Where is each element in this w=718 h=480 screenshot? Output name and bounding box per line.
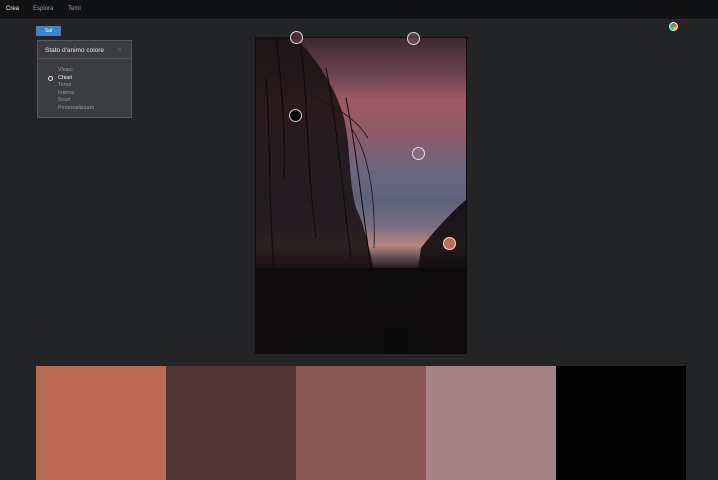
nav-item-crea[interactable]: Crea — [6, 6, 19, 12]
palette-swatch-3[interactable] — [296, 366, 426, 480]
mood-panel-header: Stato d'animo colore ☆ — [38, 41, 131, 59]
color-picker-handle-4[interactable] — [412, 147, 425, 160]
mood-option-vivaci[interactable]: Vivaci — [58, 67, 94, 75]
color-picker-handle-1[interactable] — [290, 31, 303, 44]
palette-swatch-4[interactable] — [426, 366, 556, 480]
mood-options-list: Vivaci Chiari Tenui Intensi Scuri Person… — [48, 67, 94, 113]
palette-swatch-2[interactable] — [166, 366, 296, 480]
nav-item-esplora[interactable]: Esplora — [33, 6, 53, 12]
source-photo — [255, 37, 467, 354]
collapse-icon[interactable]: ☆ — [118, 47, 122, 53]
mood-option-scuri[interactable]: Scuri — [58, 97, 94, 105]
color-picker-handle-3[interactable] — [289, 109, 302, 122]
color-picker-handle-5[interactable] — [443, 237, 456, 250]
palette-swatch-1[interactable] — [36, 366, 166, 480]
color-wheel-icon[interactable] — [669, 22, 678, 31]
color-mood-panel: Stato d'animo colore ☆ Vivaci Chiari Ten… — [37, 40, 132, 118]
mood-option-tenui[interactable]: Tenui — [58, 82, 94, 90]
top-nav-bar: Crea Esplora Temi — [0, 0, 718, 20]
mood-panel-title: Stato d'animo colore — [45, 47, 105, 54]
palette-swatch-5[interactable] — [556, 366, 686, 480]
tree-silhouette — [256, 38, 466, 353]
mood-option-chiari[interactable]: Chiari — [48, 75, 94, 83]
radio-selected-icon — [48, 76, 53, 81]
color-picker-handle-2[interactable] — [407, 32, 420, 45]
mood-option-intensi[interactable]: Intensi — [58, 90, 94, 98]
nav-item-temi[interactable]: Temi — [68, 6, 81, 12]
save-button[interactable]: Sal — [36, 26, 61, 36]
mood-option-personalizzato[interactable]: Personalizzato — [58, 105, 94, 113]
